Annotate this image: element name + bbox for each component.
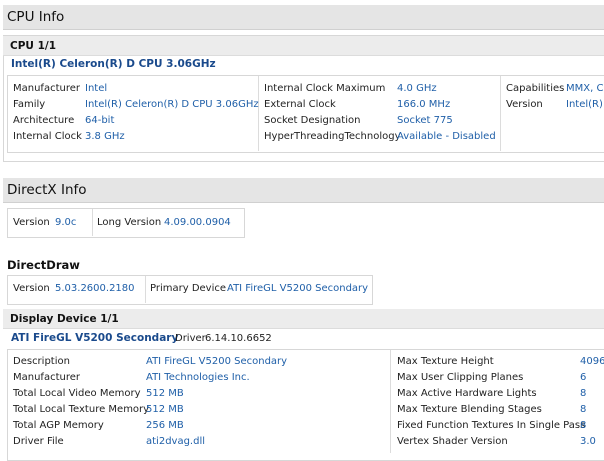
cpu-socket-value: Socket 775 [397,115,453,126]
display-video-memory-value: 512 MB [146,388,184,399]
display-description-label: Description [13,356,70,367]
cpu-architecture-value: 64-bit [85,115,115,126]
cpu-external-clock-label: External Clock [264,99,336,110]
display-device-name-link[interactable]: ATI FireGL V5200 Secondary [11,332,178,344]
display-texture-memory-value: 512 MB [146,404,184,415]
directdraw-primary-label: Primary Device [150,283,227,294]
display-hardware-lights-label: Max Active Hardware Lights [397,388,537,399]
display-hardware-lights-value: 8 [580,388,587,399]
cpu-col3-clip: Capabilities MMX, CMOV Version Intel(R) [501,76,604,151]
display-driver-file-value: ati2dvag.dll [146,436,206,447]
cpu-external-clock-value: 166.0 MHz [397,99,451,110]
display-vertex-shader-label: Vertex Shader Version [397,436,508,447]
display-device-header-label: Display Device 1/1 [10,313,119,325]
display-max-texture-height-value: 4096 [580,356,604,367]
directx-info-section-title: DirectX Info [3,178,604,203]
directx-long-version-value: 4.09.00.0904 [164,217,231,228]
display-device-header: Display Device 1/1 [3,309,604,329]
display-blending-stages-value: 8 [580,404,587,415]
directx-version-divider [92,209,93,236]
display-fixed-function-value: 8 [580,420,587,431]
cpu-info-section-title: CPU Info [3,5,604,30]
display-blending-stages-label: Max Texture Blending Stages [397,404,542,415]
cpu-header-label: CPU 1/1 [10,40,57,52]
display-clipping-planes-label: Max User Clipping Planes [397,372,524,383]
display-max-texture-height-label: Max Texture Height [397,356,494,367]
directx-version-label: Version [13,217,50,228]
cpu-hyperthreading-value: Available - Disabled [397,131,496,142]
directdraw-version-label: Version [13,283,50,294]
cpu-internal-clock-value: 3.8 GHz [85,131,125,142]
cpu-internal-clock-max-value: 4.0 GHz [397,83,437,94]
directx-long-version-label: Long Version [97,217,162,228]
cpu-architecture-label: Architecture [13,115,75,126]
cpu-hyperthreading-label: HyperThreadingTechnology [264,131,401,142]
display-video-memory-label: Total Local Video Memory [13,388,141,399]
cpu-info-title: CPU Info [7,9,65,25]
display-driver-label: Driver [175,333,206,344]
cpu-internal-clock-label: Internal Clock [13,131,82,142]
display-agp-memory-label: Total AGP Memory [13,420,104,431]
display-clipping-planes-value: 6 [580,372,587,383]
cpu-internal-clock-max-label: Internal Clock Maximum [264,83,386,94]
cpu-manufacturer-label: Manufacturer [13,83,80,94]
directdraw-primary-value: ATI FireGL V5200 Secondary [227,283,369,294]
display-manufacturer-label: Manufacturer [13,372,80,383]
directdraw-divider [145,276,146,303]
cpu-version-label: Version [506,99,543,110]
cpu-name-link[interactable]: Intel(R) Celeron(R) D CPU 3.06GHz [11,58,216,70]
cpu-manufacturer-value: Intel [85,83,108,94]
display-manufacturer-value: ATI Technologies Inc. [146,372,250,383]
cpu-family-value: Intel(R) Celeron(R) D CPU 3.06GHz [85,99,259,110]
display-divider [390,350,391,453]
display-driver-value: 6.14.10.6652 [205,333,272,344]
display-vertex-shader-value: 3.0 [580,436,596,447]
directx-version-value: 9.0c [55,217,77,228]
display-driver-file-label: Driver File [13,436,64,447]
display-texture-memory-label: Total Local Texture Memory [13,404,150,415]
cpu-capabilities-value: MMX, CMOV [566,83,604,94]
cpu-family-label: Family [13,99,46,110]
display-description-value: ATI FireGL V5200 Secondary [146,356,288,367]
cpu-socket-label: Socket Designation [264,115,361,126]
directx-info-title: DirectX Info [7,182,87,198]
directdraw-title: DirectDraw [7,258,80,272]
cpu-divider-1 [258,76,259,151]
cpu-capabilities-label: Capabilities [506,83,565,94]
cpu-header: CPU 1/1 [3,36,604,56]
directdraw-version-value: 5.03.2600.2180 [55,283,135,294]
display-agp-memory-value: 256 MB [146,420,184,431]
display-fixed-function-label: Fixed Function Textures In Single Pass [397,420,586,431]
cpu-version-value: Intel(R) [566,99,603,110]
